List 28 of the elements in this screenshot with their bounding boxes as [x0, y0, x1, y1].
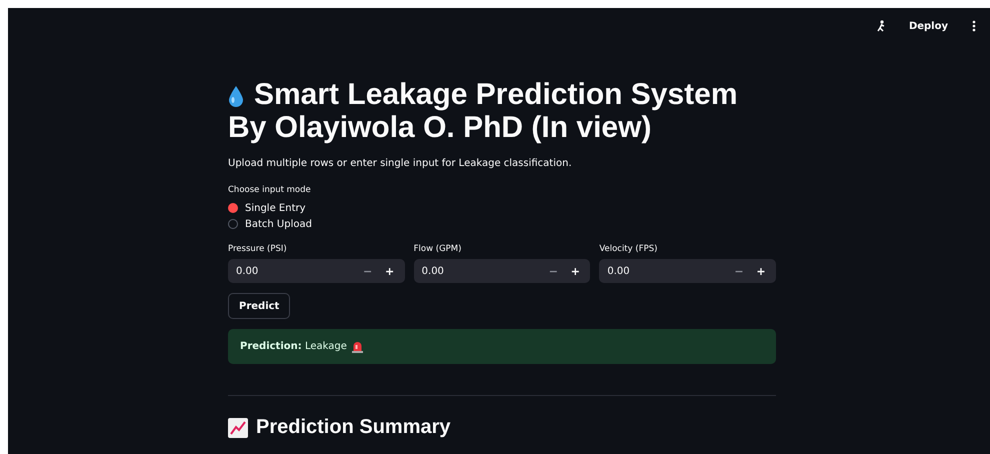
deploy-button[interactable]: Deploy — [902, 16, 954, 36]
radio-label[interactable]: Single Entry — [245, 202, 306, 214]
prediction-text: Prediction: Leakage — [240, 341, 347, 352]
number-input[interactable]: 0.00 − + — [599, 259, 776, 283]
section-heading: Prediction Summary — [256, 416, 451, 439]
description-text: Upload multiple rows or enter single input for Leakage classification. — [228, 158, 573, 169]
increment-button[interactable]: + — [378, 264, 401, 278]
radio-label[interactable]: Batch Upload — [245, 218, 312, 230]
running-figure-icon — [876, 20, 885, 32]
decrement-button[interactable]: − — [728, 264, 750, 278]
droplet-icon — [228, 85, 244, 107]
predict-button[interactable]: Predict — [228, 293, 290, 319]
radio-button[interactable] — [228, 203, 238, 213]
radio-group-label: Choose input mode — [228, 185, 312, 195]
field-label: Pressure (PSI) — [228, 244, 288, 254]
number-input[interactable]: 0.00 − + — [414, 259, 590, 283]
menu-icon[interactable] — [972, 20, 976, 32]
siren-icon — [352, 340, 363, 352]
decrement-button[interactable]: − — [542, 264, 564, 278]
number-input[interactable]: 0.00 − + — [228, 259, 405, 283]
increment-button[interactable]: + — [564, 264, 586, 278]
chart-increasing-icon — [228, 418, 248, 438]
increment-button[interactable]: + — [750, 264, 772, 278]
radio-button[interactable] — [228, 219, 238, 229]
decrement-button[interactable]: − — [356, 264, 379, 278]
field-label: Flow (GPM) — [414, 244, 462, 254]
field-label: Velocity (FPS) — [599, 244, 658, 254]
page-title: Smart Leakage Prediction System By Olayiwola O. PhD (In view) — [228, 78, 739, 144]
